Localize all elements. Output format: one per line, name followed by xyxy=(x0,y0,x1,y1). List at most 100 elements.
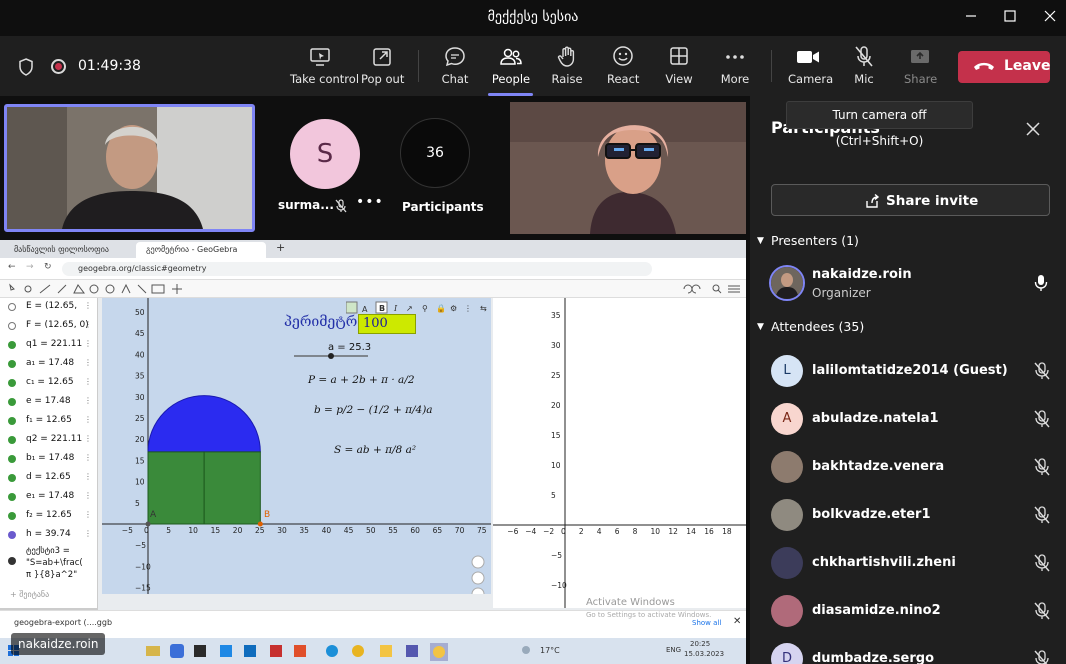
url-field[interactable]: geogebra.org/classic#geometry xyxy=(62,262,652,276)
maximize-icon[interactable] xyxy=(999,8,1021,28)
share-button[interactable]: Share xyxy=(904,44,937,90)
download-file[interactable]: geogebra-export (....ggb xyxy=(14,618,112,627)
take-control-button[interactable]: Take control xyxy=(290,44,359,90)
back-arrow-icon[interactable]: ← xyxy=(8,262,16,272)
new-tab-icon[interactable]: + xyxy=(276,241,285,254)
attendees-header[interactable]: Attendees (35) xyxy=(771,319,864,334)
row-menu-icon[interactable]: ⋮ xyxy=(84,339,92,348)
view-button[interactable]: View xyxy=(664,44,694,90)
visibility-toggle-icon[interactable] xyxy=(8,557,16,565)
row-menu-icon[interactable]: ⋮ xyxy=(84,434,92,443)
tile-more-icon[interactable]: ••• xyxy=(356,194,384,210)
video-tile-attendee[interactable] xyxy=(510,102,746,234)
algebra-row[interactable]: h = 39.74 ⋮ xyxy=(0,526,98,545)
algebra-row[interactable]: b₁ = 17.48 ⋮ xyxy=(0,450,98,469)
visibility-toggle-icon[interactable] xyxy=(8,303,16,311)
algebra-row[interactable]: f₂ = 12.65 ⋮ xyxy=(0,507,98,526)
visibility-toggle-icon[interactable] xyxy=(8,493,16,501)
row-menu-icon[interactable]: ⋮ xyxy=(84,529,92,538)
presenters-header[interactable]: Presenters (1) xyxy=(771,233,859,248)
algebra-row[interactable]: a₁ = 17.48 ⋮ xyxy=(0,355,98,374)
participants-count-tile[interactable]: 36 xyxy=(400,118,470,188)
pop-out-button[interactable]: Pop out xyxy=(361,44,404,90)
algebra-input[interactable]: + შეიტანა xyxy=(10,590,49,599)
algebra-row[interactable]: q1 = 221.11 ⋮ xyxy=(0,336,98,355)
visibility-toggle-icon[interactable] xyxy=(8,360,16,368)
algebra-row[interactable]: f₁ = 12.65 ⋮ xyxy=(0,412,98,431)
mic-off-icon[interactable] xyxy=(1033,650,1051,664)
weather-temp: 17°C xyxy=(540,646,560,655)
input-language[interactable]: ENG xyxy=(666,646,681,654)
chevron-down-icon[interactable]: ▼ xyxy=(757,236,764,246)
people-button[interactable]: People xyxy=(491,44,531,90)
attendee-row[interactable]: diasamidze.nino2 xyxy=(771,595,1066,635)
row-menu-icon[interactable]: ⋮ xyxy=(84,358,92,367)
video-tile-presenter[interactable] xyxy=(4,104,255,232)
perimeter-input[interactable]: 100 xyxy=(358,314,416,334)
row-menu-icon[interactable]: ⋮ xyxy=(84,301,92,310)
browser-tab[interactable]: მასწავლის ფილოსოფია მზადების xyxy=(4,242,132,270)
visibility-toggle-icon[interactable] xyxy=(8,398,16,406)
row-menu-icon[interactable]: ⋮ xyxy=(84,320,92,329)
algebra-row[interactable]: E = (12.65, ⋮ xyxy=(0,298,98,317)
attendee-row[interactable]: bakhtadze.venera xyxy=(771,451,1066,491)
visibility-toggle-icon[interactable] xyxy=(8,512,16,520)
share-invite-button[interactable]: Share invite xyxy=(771,184,1050,216)
algebra-row[interactable]: e₁ = 17.48 ⋮ xyxy=(0,488,98,507)
browser-tab-active[interactable]: გეომეტრია - GeoGebra xyxy=(136,242,266,258)
attendee-row[interactable]: Aabuladze.natela1 xyxy=(771,403,1066,443)
graphics-view-1[interactable]: −5 0 5 10 15 20 25 30 35 40 45 50 55 60 65 70 75 50 45 40 35… xyxy=(102,298,491,594)
row-menu-icon[interactable]: ⋮ xyxy=(84,453,92,462)
mic-button[interactable]: Mic xyxy=(850,44,878,90)
visibility-toggle-icon[interactable] xyxy=(8,474,16,482)
visibility-toggle-icon[interactable] xyxy=(8,531,16,539)
graphics-view-2[interactable]: −6 −4 −2 0 2 4 6 8 10 12 14 16 18 35 30 25 20 15 10 5 −5 −10 xyxy=(493,298,746,608)
close-icon[interactable] xyxy=(1024,120,1042,142)
close-window-icon[interactable] xyxy=(1039,8,1061,28)
mic-off-icon[interactable] xyxy=(1033,554,1051,576)
visibility-toggle-icon[interactable] xyxy=(8,417,16,425)
algebra-row[interactable]: e = 17.48 ⋮ xyxy=(0,393,98,412)
avatar: D xyxy=(771,643,803,664)
react-button[interactable]: React xyxy=(607,44,639,90)
chevron-down-icon[interactable]: ▼ xyxy=(757,322,764,332)
mic-off-icon[interactable] xyxy=(1033,506,1051,528)
mic-off-icon[interactable] xyxy=(1033,458,1051,480)
algebra-row[interactable]: q2 = 221.11 ⋮ xyxy=(0,431,98,450)
chat-button[interactable]: Chat xyxy=(438,44,472,90)
visibility-toggle-icon[interactable] xyxy=(8,341,16,349)
more-button[interactable]: More xyxy=(719,44,751,90)
attendee-row[interactable]: bolkvadze.eter1 xyxy=(771,499,1066,539)
visibility-toggle-icon[interactable] xyxy=(8,322,16,330)
row-menu-icon[interactable]: ⋮ xyxy=(84,491,92,500)
presenter-row[interactable]: nakaidze.roin Organizer xyxy=(769,265,1066,307)
algebra-row[interactable]: F = (12.65, 0) ⋮ xyxy=(0,317,98,336)
row-menu-icon[interactable]: ⋮ xyxy=(84,510,92,519)
leave-button[interactable]: Leave xyxy=(958,51,1050,83)
raise-hand-button[interactable]: Raise xyxy=(551,44,583,90)
mic-off-icon[interactable] xyxy=(1033,602,1051,624)
row-menu-icon[interactable]: ⋮ xyxy=(84,472,92,481)
visibility-toggle-icon[interactable] xyxy=(8,455,16,463)
forward-arrow-icon[interactable]: → xyxy=(26,262,34,272)
algebra-row[interactable]: d = 12.65 ⋮ xyxy=(0,469,98,488)
reload-icon[interactable]: ↻ xyxy=(44,262,52,272)
attendee-row[interactable]: chkhartishvili.zheni xyxy=(771,547,1066,587)
camera-button[interactable]: Camera xyxy=(788,44,833,90)
visibility-toggle-icon[interactable] xyxy=(8,379,16,387)
row-menu-icon[interactable]: ⋮ xyxy=(84,377,92,386)
formula-perimeter: P = a + 2b + π · a/2 xyxy=(308,374,415,386)
attendee-row[interactable]: Llalilomtatidze2014 (Guest) xyxy=(771,355,1066,395)
minimize-icon[interactable] xyxy=(960,8,982,28)
visibility-toggle-icon[interactable] xyxy=(8,436,16,444)
attendee-row[interactable]: Ddumbadze.sergo xyxy=(771,643,1066,664)
show-all-link[interactable]: Show all xyxy=(692,619,721,627)
style-bar-1[interactable]: A B I ↗ ⚲ 🔒 ⚙ ⋮ ⇆ xyxy=(345,300,491,314)
row-menu-icon[interactable]: ⋮ xyxy=(84,396,92,405)
mic-off-icon[interactable] xyxy=(1033,362,1051,384)
mic-off-icon[interactable] xyxy=(1033,410,1051,432)
algebra-value: e = 17.48 xyxy=(26,396,71,406)
row-menu-icon[interactable]: ⋮ xyxy=(84,415,92,424)
download-close-icon[interactable]: ✕ xyxy=(733,616,741,627)
algebra-row[interactable]: c₁ = 12.65 ⋮ xyxy=(0,374,98,393)
